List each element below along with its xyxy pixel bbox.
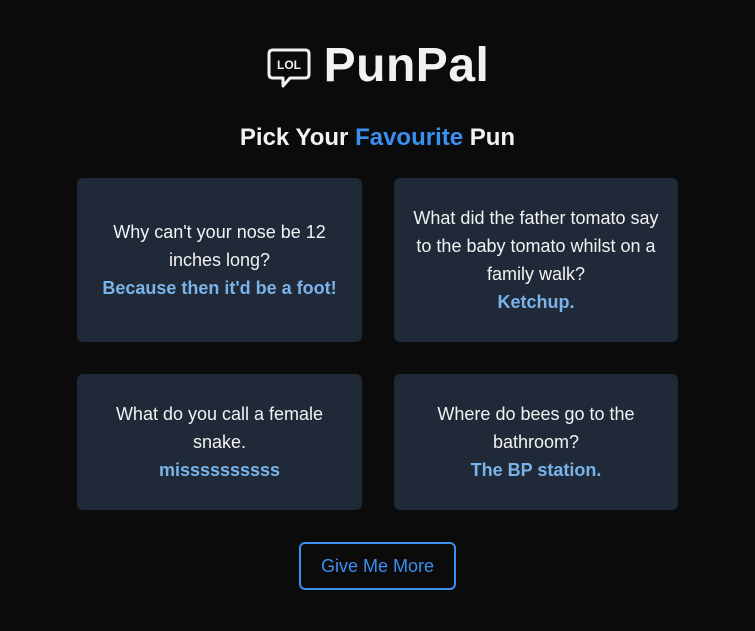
app-title: PunPal [323,39,490,92]
logo-text: LOL [277,58,301,72]
app-header: LOL PunPal [0,40,755,92]
lol-speech-bubble-icon: LOL [267,48,311,88]
pun-question: What did the father tomato say to the ba… [413,208,659,284]
page-heading: Pick Your Favourite Pun [0,122,755,154]
heading-suffix: Pun [463,124,516,151]
pun-answer: Because then it'd be a foot! [102,278,337,298]
heading-prefix: Pick Your [239,124,356,151]
pun-answer: missssssssss [158,460,281,480]
pun-answer: Ketchup. [497,292,575,312]
pun-card[interactable]: Why can't your nose be 12 inches long? B… [77,178,362,342]
pun-question: Where do bees go to the bathroom? [437,404,635,452]
pun-card[interactable]: What did the father tomato say to the ba… [394,178,678,342]
pun-card[interactable]: Where do bees go to the bathroom? The BP… [394,374,678,510]
pun-question: Why can't your nose be 12 inches long? [113,222,326,270]
give-me-more-button[interactable]: Give Me More [299,542,456,590]
pun-answer: The BP station. [470,460,602,480]
pun-question: What do you call a female snake. [115,404,324,452]
heading-accent: Favourite [355,124,464,151]
pun-card[interactable]: What do you call a female snake. misssss… [77,374,362,510]
